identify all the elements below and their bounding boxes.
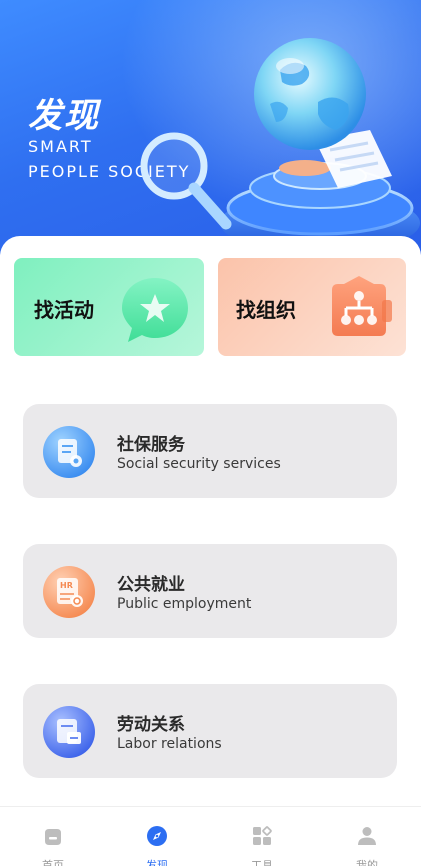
nav-label-profile: 我的 [356, 859, 378, 866]
public-employment-title: 公共就业 [117, 575, 185, 595]
social-security-icon [43, 426, 95, 478]
apps-icon [253, 826, 272, 845]
org-chart-icon [332, 276, 392, 336]
globe-illustration [140, 38, 420, 248]
nav-item-home[interactable]: 首页 [13, 807, 93, 866]
banner-title: 发现 [28, 96, 100, 136]
star-chat-icon [122, 278, 188, 342]
nav-label-tools: 工具 [251, 859, 273, 866]
public-employment-subtitle: Public employment [117, 596, 252, 612]
nav-label-discover: 发现 [146, 859, 168, 866]
compass-icon [147, 826, 167, 846]
person-icon [358, 827, 376, 845]
discover-banner: 发现 SMART PEOPLE SOCIETY [0, 0, 421, 260]
find-organization-card[interactable]: 找组织 [218, 258, 406, 356]
nav-item-profile[interactable]: 我的 [327, 807, 407, 866]
labor-relations-card[interactable]: 劳动关系 Labor relations [23, 684, 397, 778]
social-security-subtitle: Social security services [117, 456, 281, 472]
find-activity-card[interactable]: 找活动 [14, 258, 204, 356]
nav-item-discover[interactable]: 发现 [117, 807, 197, 866]
main-content: 找活动 找组织 社保服务 Social security services HR… [0, 236, 421, 806]
svg-text:HR: HR [60, 581, 73, 590]
bottom-navigation: 首页 发现 工具 我的 [0, 806, 421, 866]
social-security-title: 社保服务 [117, 435, 185, 455]
labor-contract-icon [43, 706, 95, 758]
nav-item-tools[interactable]: 工具 [222, 807, 302, 866]
labor-relations-subtitle: Labor relations [117, 736, 222, 752]
social-security-card[interactable]: 社保服务 Social security services [23, 404, 397, 498]
nav-label-home: 首页 [42, 859, 64, 866]
home-icon [45, 829, 61, 845]
public-employment-card[interactable]: HR 公共就业 Public employment [23, 544, 397, 638]
hr-resume-icon: HR [43, 566, 95, 618]
find-organization-label: 找组织 [236, 298, 296, 322]
find-activity-label: 找活动 [34, 298, 94, 322]
labor-relations-title: 劳动关系 [117, 715, 185, 735]
